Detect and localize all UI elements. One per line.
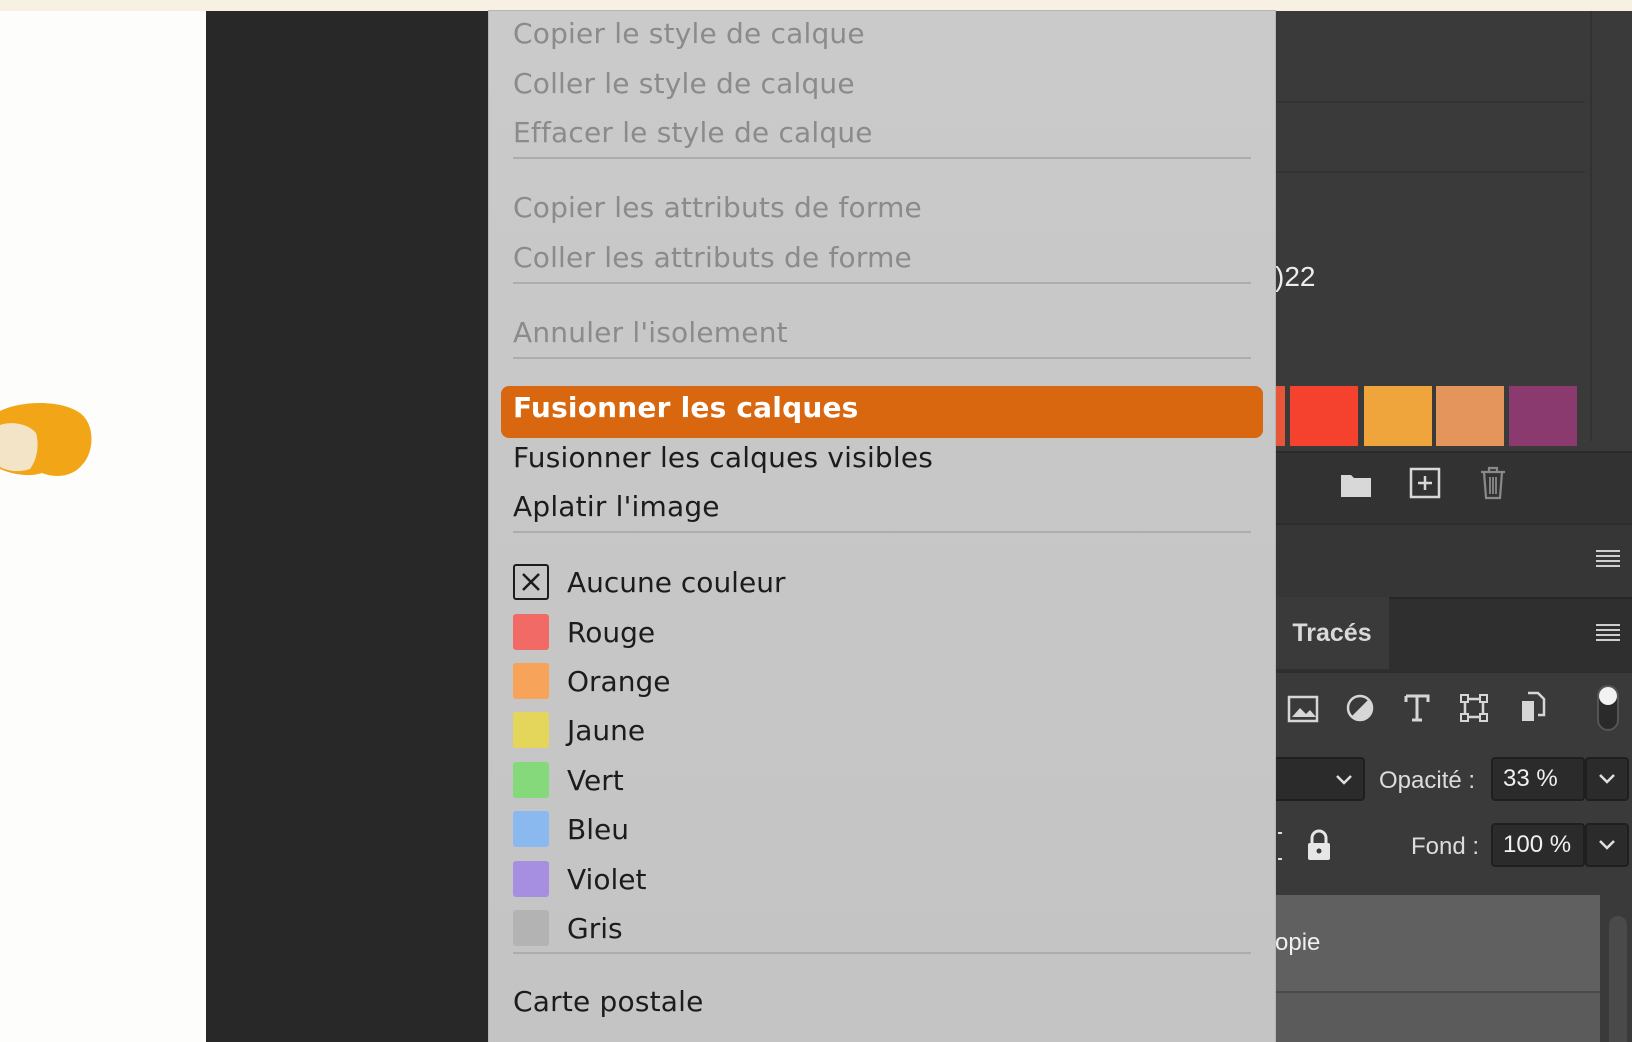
- panel-divider: [1590, 11, 1592, 441]
- fill-row: Fond : 100 %: [1275, 819, 1632, 889]
- panel-divider: [1275, 171, 1585, 173]
- menu-item-merge-visible[interactable]: Fusionner les calques visibles: [513, 433, 933, 483]
- color-swatch[interactable]: [1364, 386, 1432, 446]
- color-label: Aucune couleur: [567, 565, 786, 599]
- menu-item-color-red[interactable]: Rouge: [513, 607, 655, 657]
- chevron-down-icon: [1599, 774, 1615, 784]
- layer-row[interactable]: [1275, 895, 1600, 993]
- menu-separator: [513, 282, 1251, 284]
- right-panel: )22 Tracés Opacité: 33 % Fond: 100 % o…: [1275, 11, 1632, 1042]
- document-name-fragment: )22: [1275, 261, 1316, 292]
- lock-icon[interactable]: [1305, 829, 1333, 863]
- color-label: Bleu: [567, 812, 629, 846]
- color-swatch[interactable]: [1275, 386, 1285, 446]
- menu-item-color-blue[interactable]: Bleu: [513, 804, 629, 854]
- shape-filter-icon[interactable]: [1459, 693, 1489, 723]
- color-swatch-icon: [513, 762, 549, 798]
- type-filter-icon[interactable]: [1403, 693, 1431, 723]
- color-swatch-icon: [513, 663, 549, 699]
- panel-menu-icon[interactable]: [1595, 549, 1621, 569]
- color-label: Violet: [567, 862, 647, 896]
- chevron-down-icon: [1336, 775, 1352, 785]
- opacity-input[interactable]: 33 %: [1491, 757, 1585, 801]
- fill-dropdown-button[interactable]: [1585, 823, 1629, 867]
- fill-input[interactable]: 100 %: [1491, 823, 1585, 867]
- color-label: Gris: [567, 911, 623, 945]
- lock-pixel-icon[interactable]: [1277, 831, 1283, 861]
- workspace-background: [206, 11, 489, 1042]
- filter-toggle-icon[interactable]: [1595, 683, 1621, 733]
- menu-item-paste-layer-style[interactable]: Coller le style de calque: [513, 59, 855, 109]
- chevron-down-icon: [1599, 840, 1615, 850]
- folder-icon[interactable]: [1339, 469, 1373, 499]
- panel-divider: [1275, 101, 1585, 103]
- panel-header: [1275, 523, 1632, 597]
- new-swatch-icon[interactable]: [1409, 467, 1441, 499]
- color-swatch-icon: [513, 614, 549, 650]
- color-swatch[interactable]: [1290, 386, 1358, 446]
- color-swatch[interactable]: [1436, 386, 1504, 446]
- menu-separator: [513, 157, 1251, 159]
- color-swatch-icon: [513, 811, 549, 847]
- menu-item-color-gray[interactable]: Gris: [513, 903, 623, 953]
- layer-row[interactable]: [1275, 993, 1600, 1042]
- layer-name: opie: [1275, 929, 1321, 956]
- menu-item-color-orange[interactable]: Orange: [513, 656, 670, 706]
- menu-item-flatten-image[interactable]: Aplatir l'image: [513, 482, 720, 532]
- menu-item-copy-shape-attributes[interactable]: Copier les attributs de forme: [513, 183, 922, 233]
- scrollbar-thumb[interactable]: [1609, 916, 1627, 1042]
- color-label: Orange: [567, 664, 671, 698]
- layer-filter-bar: [1275, 671, 1632, 749]
- menu-item-color-violet[interactable]: Violet: [513, 854, 646, 904]
- image-filter-icon[interactable]: [1287, 695, 1319, 723]
- opacity-row: Opacité : 33 %: [1275, 749, 1632, 819]
- opacity-dropdown-button[interactable]: [1585, 757, 1629, 801]
- adjustment-filter-icon[interactable]: [1345, 693, 1375, 723]
- color-label: Vert: [567, 763, 624, 797]
- smart-object-filter-icon[interactable]: [1518, 691, 1546, 723]
- blend-mode-dropdown[interactable]: [1275, 757, 1365, 801]
- menu-item-merge-layers[interactable]: Fusionner les calques: [513, 383, 859, 433]
- color-swatch[interactable]: [1509, 386, 1577, 446]
- trash-icon[interactable]: [1478, 465, 1508, 501]
- color-label: Jaune: [567, 713, 646, 747]
- swatches-toolbar: [1275, 451, 1632, 523]
- menu-separator: [513, 531, 1251, 533]
- opacity-label: Opacité :: [1379, 767, 1476, 794]
- color-label: Rouge: [567, 615, 656, 649]
- document-canvas[interactable]: [0, 11, 206, 1042]
- color-swatch-icon: [513, 712, 549, 748]
- menu-item-postcard[interactable]: Carte postale: [513, 977, 704, 1027]
- menu-separator: [513, 952, 1251, 954]
- menu-item-clear-layer-style[interactable]: Effacer le style de calque: [513, 108, 873, 158]
- fill-label: Fond :: [1411, 833, 1480, 860]
- color-swatch-icon: [513, 910, 549, 946]
- menu-item-copy-layer-style[interactable]: Copier le style de calque: [513, 11, 865, 59]
- menu-separator: [513, 357, 1251, 359]
- panel-menu-icon[interactable]: [1595, 623, 1621, 643]
- tab-paths[interactable]: Tracés: [1275, 597, 1389, 669]
- color-swatch-icon: [513, 861, 549, 897]
- menu-item-color-yellow[interactable]: Jaune: [513, 705, 645, 755]
- menu-item-color-green[interactable]: Vert: [513, 755, 624, 805]
- menu-item-color-none[interactable]: Aucune couleur: [513, 557, 785, 607]
- menu-item-release-isolation[interactable]: Annuler l'isolement: [513, 308, 788, 358]
- orange-shape: [0, 403, 92, 476]
- menu-item-paste-shape-attributes[interactable]: Coller les attributs de forme: [513, 233, 912, 283]
- layer-context-menu: Copier le style de calque Coller le styl…: [489, 11, 1275, 1042]
- no-color-icon: [513, 564, 549, 600]
